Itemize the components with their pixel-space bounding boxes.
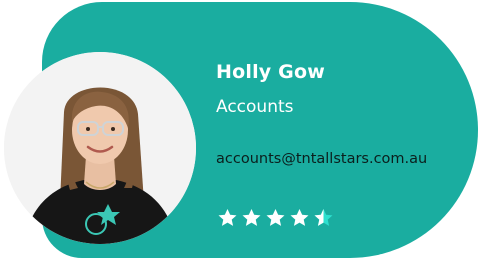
staff-role: Accounts	[216, 97, 294, 117]
email-link[interactable]: accounts@tntallstars.com.au	[216, 151, 427, 167]
star-icon	[218, 209, 237, 226]
staff-profile-section: Holly Gow Accounts accounts@tntallstars.…	[0, 0, 481, 260]
staff-name: Holly Gow	[216, 61, 325, 83]
star-rating	[216, 207, 335, 229]
profile-info: Holly Gow Accounts accounts@tntallstars.…	[216, 0, 481, 260]
avatar	[4, 52, 196, 244]
star-icon	[266, 209, 285, 226]
star-icon	[242, 209, 261, 226]
half-star-icon	[314, 209, 333, 226]
star-icon	[290, 209, 309, 226]
